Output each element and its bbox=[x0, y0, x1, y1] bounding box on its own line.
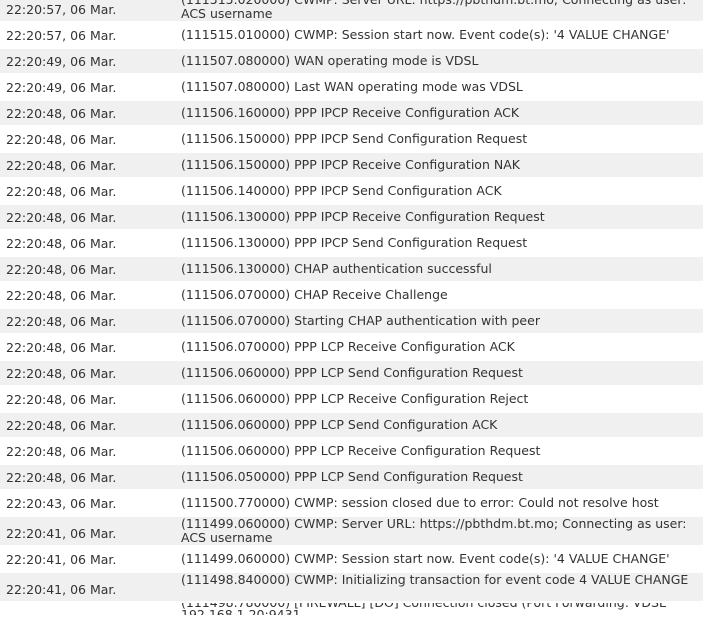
log-row: 22:20:48, 06 Mar. (111506.060000) PPP LC… bbox=[0, 387, 703, 411]
log-message: (111515.010000) CWMP: Session start now.… bbox=[181, 27, 670, 42]
log-row: 22:20:48, 06 Mar. (111506.070000) CHAP R… bbox=[0, 283, 703, 307]
log-time: 22:20:43, 06 Mar. bbox=[6, 495, 117, 511]
log-row: 22:20:48, 06 Mar. (111506.070000) Starti… bbox=[0, 309, 703, 333]
log-message: (111499.060000) CWMP: Session start now.… bbox=[181, 551, 670, 566]
log-row: 22:20:48, 06 Mar. (111506.130000) PPP IP… bbox=[0, 231, 703, 255]
log-message: (111506.060000) PPP LCP Receive Configur… bbox=[181, 443, 541, 458]
log-time: 22:20:41, 06 Mar. bbox=[6, 526, 117, 541]
log-row: 22:20:48, 06 Mar. (111506.150000) PPP IP… bbox=[0, 153, 703, 177]
log-message: (111507.080000) Last WAN operating mode … bbox=[181, 79, 523, 94]
log-time: 22:20:48, 06 Mar. bbox=[6, 417, 117, 433]
log-message: (111498.840000) CWMP: Initializing trans… bbox=[181, 572, 689, 587]
log-row: 22:20:48, 06 Mar. (111506.060000) PPP LC… bbox=[0, 439, 703, 463]
log-row: 22:20:48, 06 Mar. (111506.160000) PPP IP… bbox=[0, 101, 703, 125]
log-row: 22:20:48, 06 Mar. (111506.070000) PPP LC… bbox=[0, 335, 703, 359]
log-time: 22:20:48, 06 Mar. bbox=[6, 131, 117, 147]
log-time: 22:20:48, 06 Mar. bbox=[6, 287, 117, 303]
log-time: 22:20:41, 06 Mar. bbox=[6, 551, 117, 567]
log-time: 22:20:48, 06 Mar. bbox=[6, 365, 117, 381]
log-time: 22:20:48, 06 Mar. bbox=[6, 261, 117, 277]
log-row: 22:20:41, 06 Mar. (111498.840000) CWMP: … bbox=[0, 573, 703, 601]
log-message: (111506.070000) Starting CHAP authentica… bbox=[181, 313, 540, 328]
log-message: (111506.070000) PPP LCP Receive Configur… bbox=[181, 339, 515, 354]
log-message: (111506.130000) PPP IPCP Receive Configu… bbox=[181, 209, 545, 224]
log-message: (111506.060000) PPP LCP Send Configurati… bbox=[181, 417, 498, 432]
log-row: 22:20:48, 06 Mar. (111506.060000) PPP LC… bbox=[0, 413, 703, 437]
log-message: (111506.140000) PPP IPCP Send Configurat… bbox=[181, 183, 502, 198]
log-message: (111498.780000) [FIREWALL] [DO] Connecti… bbox=[181, 603, 666, 615]
event-log-table: 22:20:57, 06 Mar. (111515.020000) CWMP: … bbox=[0, 0, 703, 617]
log-message: (111515.020000) CWMP: Server URL: https:… bbox=[181, 0, 686, 21]
log-row: 22:20:57, 06 Mar. (111515.020000) CWMP: … bbox=[0, 0, 703, 21]
log-row: 22:20:48, 06 Mar. (111506.150000) PPP IP… bbox=[0, 127, 703, 151]
log-row: 22:20:41, 06 Mar. (111499.060000) CWMP: … bbox=[0, 517, 703, 545]
log-row: (111498.780000) [FIREWALL] [DO] Connecti… bbox=[0, 603, 703, 615]
log-row: 22:20:48, 06 Mar. (111506.140000) PPP IP… bbox=[0, 179, 703, 203]
log-time: 22:20:49, 06 Mar. bbox=[6, 79, 117, 95]
log-message: (111506.060000) PPP LCP Receive Configur… bbox=[181, 391, 529, 406]
log-time: 22:20:48, 06 Mar. bbox=[6, 443, 117, 459]
log-row: 22:20:41, 06 Mar. (111499.060000) CWMP: … bbox=[0, 547, 703, 571]
log-message: (111500.770000) CWMP: session closed due… bbox=[181, 495, 659, 510]
log-row: 22:20:43, 06 Mar. (111500.770000) CWMP: … bbox=[0, 491, 703, 515]
log-time: 22:20:48, 06 Mar. bbox=[6, 235, 117, 251]
log-message: (111506.130000) CHAP authentication succ… bbox=[181, 261, 492, 276]
log-time: 22:20:48, 06 Mar. bbox=[6, 105, 117, 121]
log-row: 22:20:57, 06 Mar. (111515.010000) CWMP: … bbox=[0, 23, 703, 47]
log-message: (111507.080000) WAN operating mode is VD… bbox=[181, 53, 479, 68]
log-time: 22:20:48, 06 Mar. bbox=[6, 313, 117, 329]
log-time: 22:20:48, 06 Mar. bbox=[6, 157, 117, 173]
log-message: (111506.160000) PPP IPCP Receive Configu… bbox=[181, 105, 520, 120]
log-message: (111506.060000) PPP LCP Send Configurati… bbox=[181, 365, 523, 380]
log-time: 22:20:48, 06 Mar. bbox=[6, 469, 117, 485]
log-time: 22:20:41, 06 Mar. bbox=[6, 582, 117, 597]
log-message: (111506.050000) PPP LCP Send Configurati… bbox=[181, 469, 523, 484]
log-time: 22:20:48, 06 Mar. bbox=[6, 339, 117, 355]
log-time: 22:20:48, 06 Mar. bbox=[6, 183, 117, 199]
log-message: (111499.060000) CWMP: Server URL: https:… bbox=[181, 516, 687, 545]
log-time: 22:20:48, 06 Mar. bbox=[6, 391, 117, 407]
log-message: (111506.070000) CHAP Receive Challenge bbox=[181, 287, 448, 302]
log-time: 22:20:57, 06 Mar. bbox=[6, 27, 117, 43]
log-row: 22:20:48, 06 Mar. (111506.050000) PPP LC… bbox=[0, 465, 703, 489]
log-time: 22:20:57, 06 Mar. bbox=[6, 2, 117, 17]
log-row: 22:20:49, 06 Mar. (111507.080000) WAN op… bbox=[0, 49, 703, 73]
log-message: (111506.150000) PPP IPCP Receive Configu… bbox=[181, 157, 520, 172]
log-time: 22:20:48, 06 Mar. bbox=[6, 209, 117, 225]
log-row: 22:20:48, 06 Mar. (111506.130000) CHAP a… bbox=[0, 257, 703, 281]
log-message: (111506.130000) PPP IPCP Send Configurat… bbox=[181, 235, 528, 250]
log-time: 22:20:49, 06 Mar. bbox=[6, 53, 117, 69]
log-row: 22:20:49, 06 Mar. (111507.080000) Last W… bbox=[0, 75, 703, 99]
log-row: 22:20:48, 06 Mar. (111506.130000) PPP IP… bbox=[0, 205, 703, 229]
log-row: 22:20:48, 06 Mar. (111506.060000) PPP LC… bbox=[0, 361, 703, 385]
log-message: (111506.150000) PPP IPCP Send Configurat… bbox=[181, 131, 528, 146]
